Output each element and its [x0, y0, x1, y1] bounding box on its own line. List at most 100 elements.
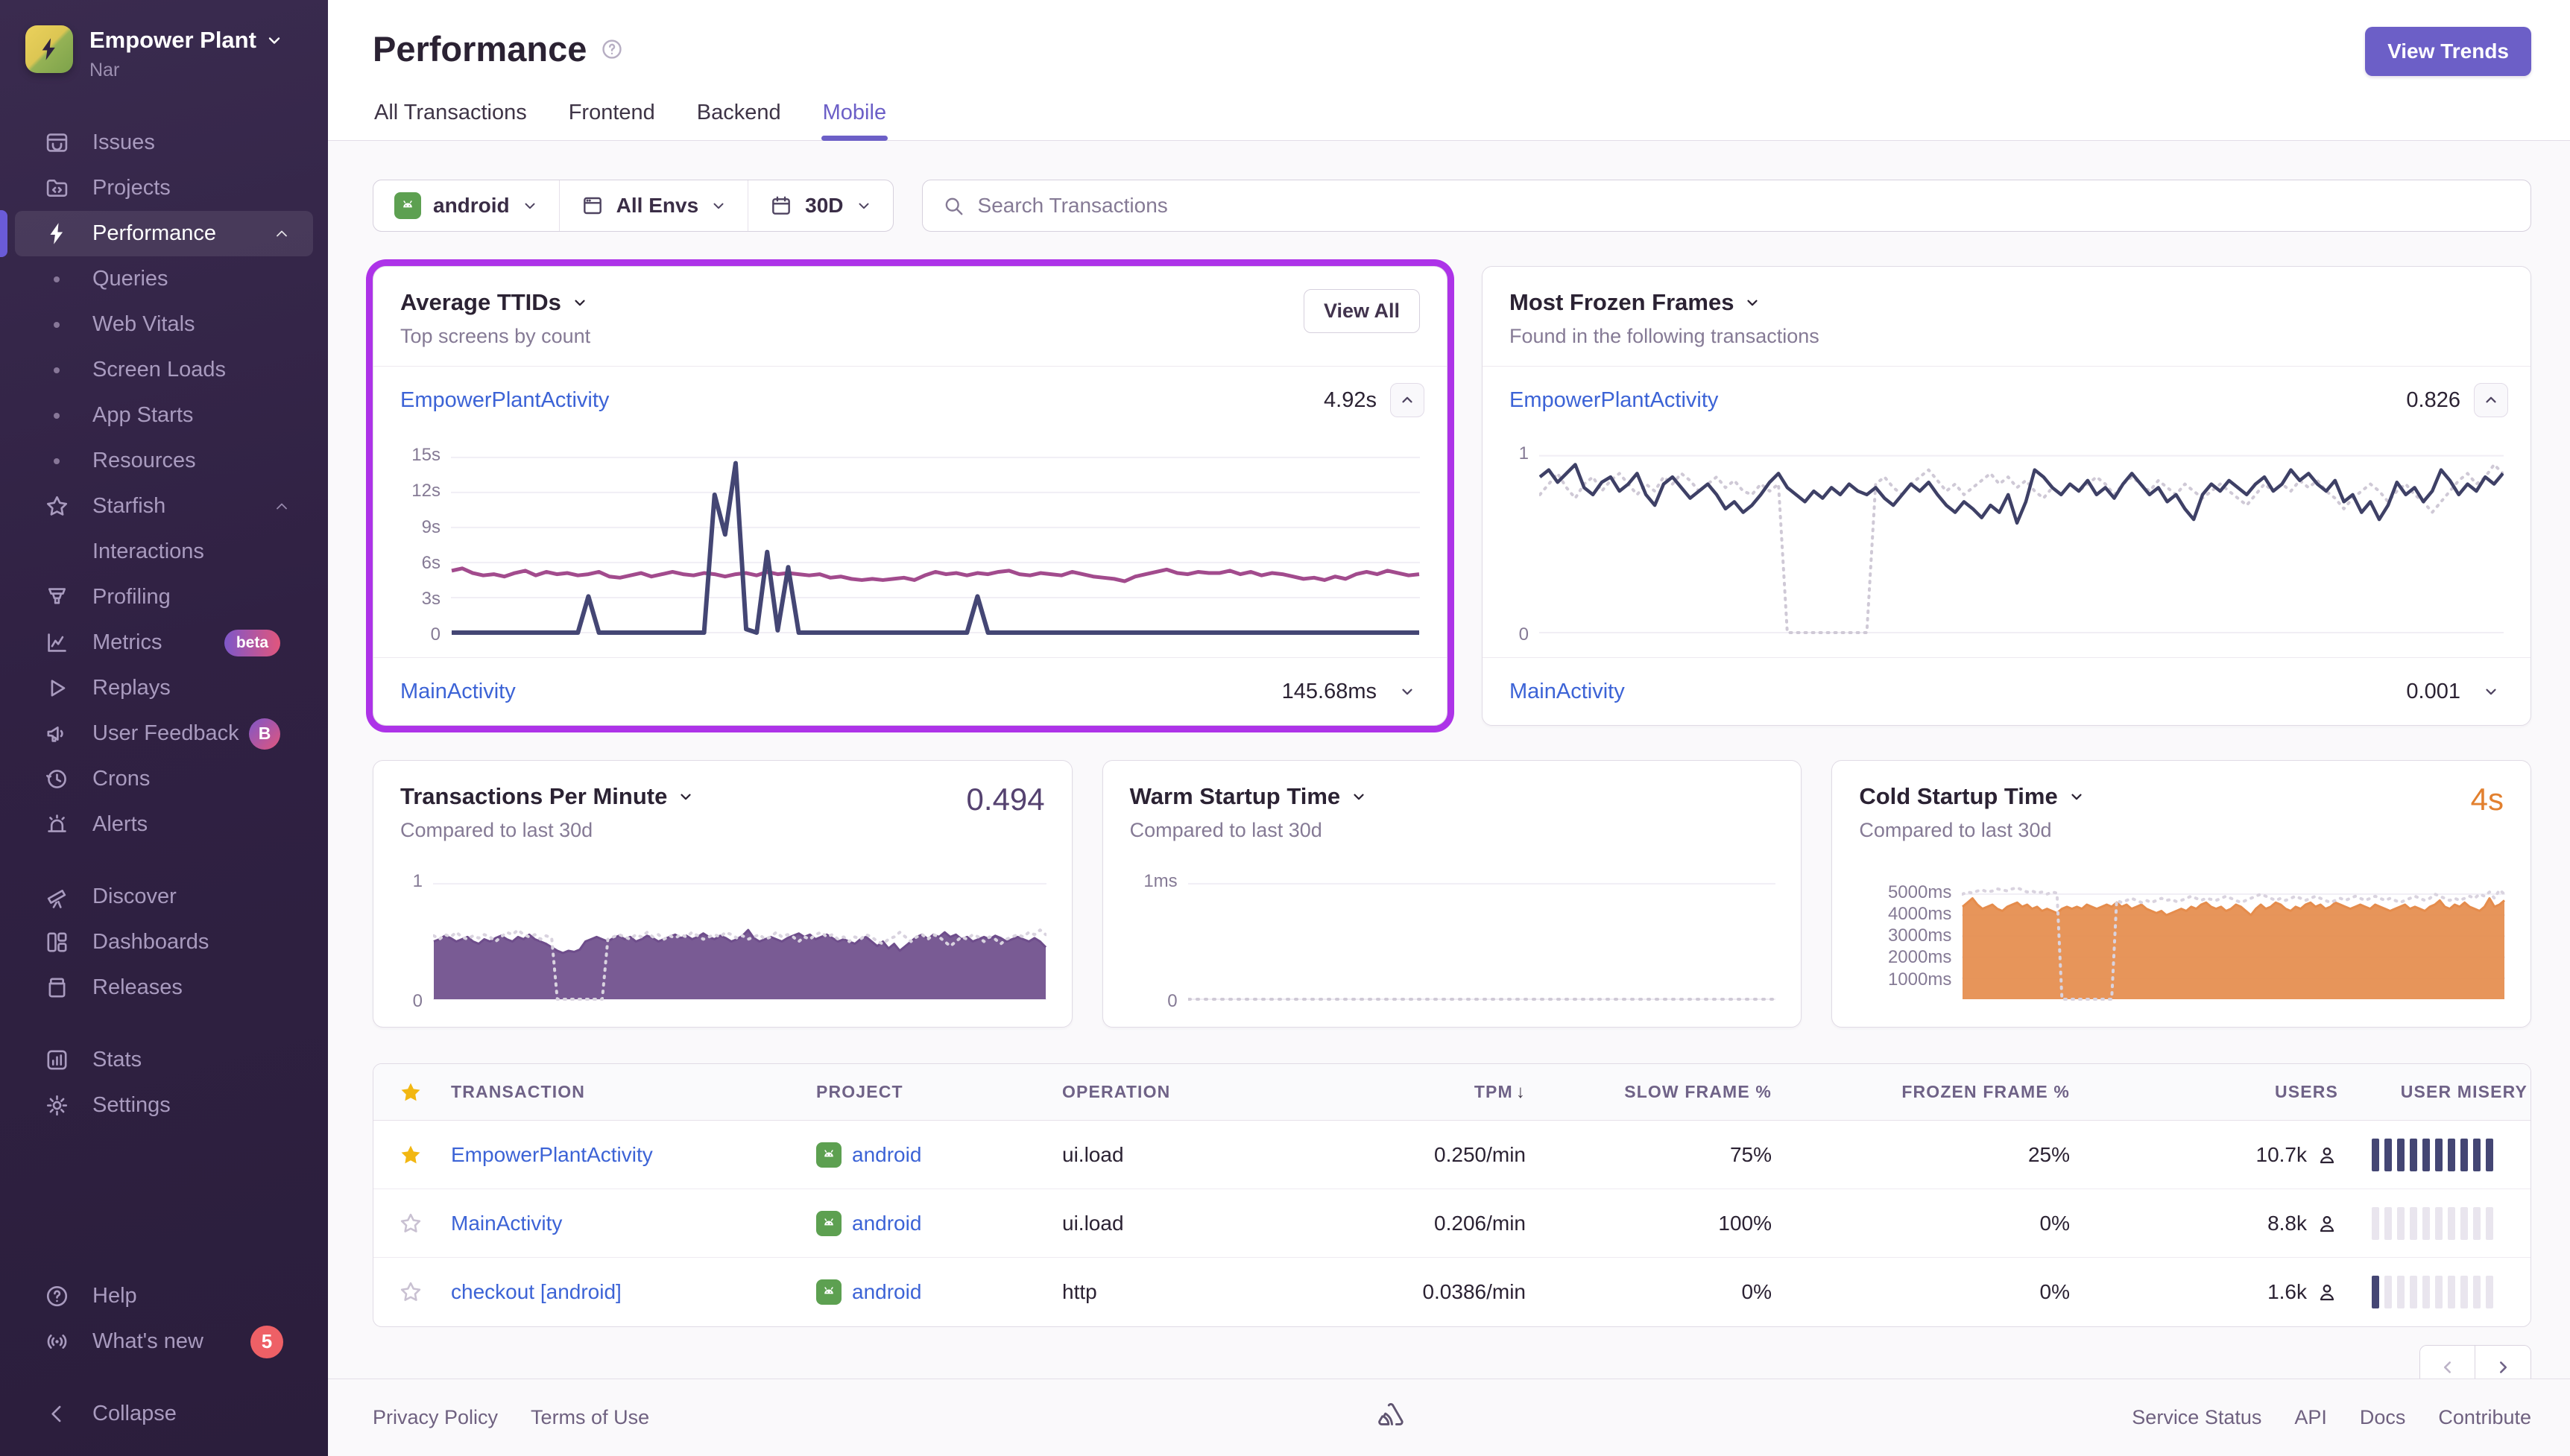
column-header-star	[373, 1080, 448, 1105]
column-header-tpm[interactable]: TPM↓	[1305, 1082, 1529, 1103]
sidebar-item-crons[interactable]: Crons	[15, 756, 313, 802]
tab-bar: All Transactions Frontend Backend Mobile	[373, 101, 2531, 140]
org-logo	[25, 25, 73, 73]
date-range-filter[interactable]: 30D	[748, 180, 892, 231]
sidebar-item-discover[interactable]: Discover	[15, 874, 313, 920]
y-tick-label: 0	[413, 991, 423, 1012]
collapse-row-button[interactable]	[2474, 383, 2508, 417]
column-header-users[interactable]: USERS	[2073, 1082, 2341, 1102]
footer-link-terms-of-use[interactable]: Terms of Use	[531, 1406, 649, 1429]
y-tick-label: 1ms	[1143, 871, 1177, 892]
sidebar-item-profiling[interactable]: Profiling	[15, 575, 313, 620]
transaction-link[interactable]: EmpowerPlantActivity	[400, 388, 609, 413]
star-toggle[interactable]	[373, 1279, 448, 1305]
widget-subtitle: Found in the following transactions	[1509, 325, 2504, 348]
star-toggle[interactable]	[373, 1211, 448, 1236]
sidebar-item-issues[interactable]: Issues	[15, 120, 313, 165]
sidebar-item-replays[interactable]: Replays	[15, 665, 313, 711]
sidebar-item-interactions[interactable]: Interactions	[15, 529, 313, 575]
y-tick-label: 12s	[411, 481, 441, 501]
transaction-link[interactable]: MainActivity	[1509, 680, 1625, 704]
footer-link-contribute[interactable]: Contribute	[2438, 1406, 2531, 1429]
sidebar: Empower Plant Nar IssuesProjectsPerforma…	[0, 0, 328, 1456]
widget-title-dropdown[interactable]: Average TTIDs	[400, 289, 1420, 316]
project-link[interactable]: android	[852, 1143, 921, 1167]
project-link[interactable]: android	[852, 1212, 921, 1235]
footer-link-service-status[interactable]: Service Status	[2132, 1406, 2261, 1429]
sidebar-item-dashboards[interactable]: Dashboards	[15, 920, 313, 965]
help-circle-icon[interactable]	[600, 37, 624, 61]
project-filter[interactable]: android	[373, 180, 559, 231]
transaction-link[interactable]: checkout [android]	[451, 1280, 622, 1303]
sidebar-item-stats[interactable]: Stats	[15, 1037, 313, 1083]
star-toggle[interactable]	[373, 1142, 448, 1168]
view-all-button[interactable]: View All	[1304, 289, 1420, 333]
widget-title-dropdown[interactable]: Warm Startup Time	[1130, 783, 1775, 810]
sidebar-item-whats-new[interactable]: What's new5	[15, 1319, 313, 1364]
tab-all-transactions[interactable]: All Transactions	[373, 101, 528, 140]
tab-backend[interactable]: Backend	[695, 101, 783, 140]
previous-page-button[interactable]	[2420, 1346, 2475, 1379]
footer-link-privacy-policy[interactable]: Privacy Policy	[373, 1406, 498, 1429]
sidebar-item-screen-loads[interactable]: Screen Loads	[15, 347, 313, 393]
expand-row-button[interactable]	[2474, 674, 2508, 709]
y-axis: 15s12s9s6s3s0	[385, 441, 451, 635]
environment-filter[interactable]: All Envs	[559, 180, 748, 231]
sidebar-item-performance[interactable]: Performance	[15, 211, 313, 256]
projects-icon	[40, 175, 73, 201]
sidebar-item-collapse[interactable]: Collapse	[15, 1391, 313, 1437]
table-body: EmpowerPlantActivityandroidui.load0.250/…	[373, 1121, 2530, 1326]
star-icon	[398, 1142, 423, 1168]
sidebar-item-user-feedback[interactable]: User FeedbackB	[15, 711, 313, 756]
widget-title-dropdown[interactable]: Cold Startup Time	[1859, 783, 2504, 810]
sidebar-item-app-starts[interactable]: App Starts	[15, 393, 313, 438]
column-header-frozen[interactable]: FROZEN FRAME %	[1775, 1082, 2073, 1102]
next-page-button[interactable]	[2475, 1346, 2530, 1379]
chevron-up-icon	[2483, 392, 2499, 408]
transaction-link[interactable]: EmpowerPlantActivity	[451, 1143, 653, 1166]
column-header-transaction[interactable]: TRANSACTION	[448, 1082, 813, 1102]
view-trends-button[interactable]: View Trends	[2365, 27, 2531, 76]
column-header-misery[interactable]: USER MISERY	[2341, 1082, 2530, 1102]
column-header-slow[interactable]: SLOW FRAME %	[1529, 1082, 1775, 1102]
org-switcher[interactable]: Empower Plant Nar	[0, 25, 328, 81]
column-header-operation[interactable]: OPERATION	[1059, 1082, 1305, 1102]
lightning-logo-icon	[36, 36, 63, 63]
row-value: 145.68ms	[1282, 680, 1377, 704]
sidebar-item-help[interactable]: Help	[15, 1273, 313, 1319]
widget-title-dropdown[interactable]: Most Frozen Frames	[1509, 289, 2504, 316]
widget-title-dropdown[interactable]: Transactions Per Minute	[400, 783, 1045, 810]
sidebar-item-projects[interactable]: Projects	[15, 165, 313, 211]
tab-frontend[interactable]: Frontend	[567, 101, 657, 140]
chevron-down-icon	[2068, 788, 2085, 805]
sidebar-item-releases[interactable]: Releases	[15, 965, 313, 1010]
search-input[interactable]	[978, 194, 2511, 218]
transaction-link[interactable]: EmpowerPlantActivity	[1509, 388, 1718, 413]
footer-link-api[interactable]: API	[2294, 1406, 2327, 1429]
window-icon	[581, 194, 604, 218]
sidebar-item-settings[interactable]: Settings	[15, 1083, 313, 1128]
sidebar-item-queries[interactable]: Queries	[15, 256, 313, 302]
expand-row-button[interactable]	[1390, 674, 1424, 709]
y-axis: 10	[399, 879, 433, 1001]
cold-startup-chart: 5000ms4000ms3000ms2000ms1000ms	[1857, 875, 2505, 1001]
footer-link-docs[interactable]: Docs	[2360, 1406, 2406, 1429]
operation-cell: ui.load	[1059, 1143, 1305, 1167]
chevron-down-icon	[678, 788, 694, 805]
sidebar-item-resources[interactable]: Resources	[15, 438, 313, 484]
sidebar-item-metrics[interactable]: Metricsbeta	[15, 620, 313, 665]
transaction-link[interactable]: MainActivity	[451, 1212, 562, 1235]
tab-mobile[interactable]: Mobile	[821, 101, 888, 140]
collapse-row-button[interactable]	[1390, 383, 1424, 417]
widget-subtitle: Compared to last 30d	[1859, 819, 2504, 842]
project-link[interactable]: android	[852, 1280, 921, 1304]
frozen-frame-cell: 0%	[1775, 1280, 2073, 1304]
sidebar-item-starfish[interactable]: Starfish	[15, 484, 313, 529]
column-header-project[interactable]: PROJECT	[813, 1082, 1059, 1102]
android-icon	[394, 192, 421, 219]
sidebar-item-alerts[interactable]: Alerts	[15, 802, 313, 847]
sidebar-item-web-vitals[interactable]: Web Vitals	[15, 302, 313, 347]
line-chart	[451, 441, 1420, 635]
sidebar-item-label: Alerts	[92, 812, 291, 837]
transaction-link[interactable]: MainActivity	[400, 680, 516, 704]
